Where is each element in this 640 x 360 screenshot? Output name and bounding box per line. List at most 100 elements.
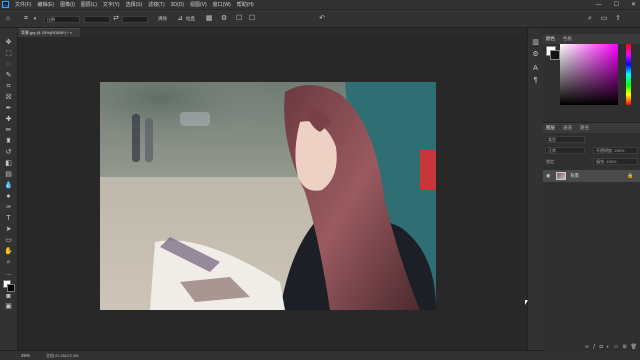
- close-icon[interactable]: ✕: [631, 1, 636, 8]
- layers-panel-tabs: 图层 通道 路径: [543, 123, 640, 133]
- photoshop-logo: Ps: [2, 1, 9, 8]
- folder-icon[interactable]: ▭: [614, 343, 619, 351]
- menu-file[interactable]: 文件(F): [12, 1, 34, 8]
- frame-tool-icon[interactable]: ☒: [4, 93, 13, 102]
- home-icon[interactable]: ⌂: [4, 15, 12, 23]
- crop-tool-icon[interactable]: ⌗: [4, 82, 13, 91]
- history-brush-icon[interactable]: ↺: [4, 148, 13, 157]
- delete-cropped-checkbox-icon[interactable]: ☐: [235, 15, 243, 23]
- width-input[interactable]: [84, 16, 110, 23]
- layers-footer: ∞ ƒ ◘ ◐ ▭ ⊞ 🗑: [543, 343, 640, 351]
- move-tool-icon[interactable]: ✥: [4, 38, 13, 47]
- blend-mode-select[interactable]: 正常: [545, 147, 585, 154]
- height-input[interactable]: [122, 16, 148, 23]
- lock-icon[interactable]: 🔒: [627, 172, 633, 180]
- layer-name[interactable]: 背景: [570, 172, 579, 180]
- paragraph-panel-icon[interactable]: ¶: [531, 76, 540, 85]
- eyedropper-icon[interactable]: ✒: [4, 104, 13, 113]
- tab-channels[interactable]: 通道: [563, 124, 572, 132]
- mask-icon[interactable]: ◘: [600, 343, 603, 351]
- color-panel-tabs: 颜色 色板: [543, 34, 640, 44]
- type-tool-icon[interactable]: T: [4, 214, 13, 223]
- link-icon[interactable]: ∞: [585, 343, 589, 351]
- lasso-tool-icon[interactable]: ◌: [4, 60, 13, 69]
- quick-select-icon[interactable]: ✎: [4, 71, 13, 80]
- pen-tool-icon[interactable]: ✑: [4, 203, 13, 212]
- fill-field[interactable]: 填充: 100%: [593, 158, 638, 165]
- menu-window[interactable]: 窗口(W): [210, 1, 234, 8]
- dodge-tool-icon[interactable]: ●: [4, 192, 13, 201]
- screen-mode-icon[interactable]: ▣: [4, 302, 13, 311]
- zoom-tool-icon[interactable]: ⌕: [4, 258, 13, 267]
- straighten-label[interactable]: 拉直: [186, 15, 195, 23]
- document-tab-bar: [18, 28, 526, 37]
- eye-icon[interactable]: ◉: [546, 172, 550, 180]
- window-controls: — ☐ ✕: [596, 0, 636, 9]
- maximize-icon[interactable]: ☐: [614, 1, 619, 8]
- adjustment-icon[interactable]: ◐: [607, 343, 610, 351]
- workspace-icon[interactable]: ▭: [600, 15, 608, 23]
- background-color-swatch[interactable]: [7, 284, 15, 292]
- tab-color[interactable]: 颜色: [546, 35, 555, 43]
- clone-stamp-icon[interactable]: ♜: [4, 137, 13, 146]
- trash-icon[interactable]: 🗑: [631, 343, 637, 351]
- marquee-tool-icon[interactable]: ⬚: [4, 49, 13, 58]
- menu-filter[interactable]: 滤镜(T): [145, 1, 167, 8]
- new-layer-icon[interactable]: ⊞: [622, 343, 626, 351]
- settings-gear-icon[interactable]: ⚙: [220, 15, 228, 23]
- tab-paths[interactable]: 路径: [580, 124, 589, 132]
- blur-tool-icon[interactable]: 💧: [4, 181, 13, 190]
- menu-edit[interactable]: 编辑(E): [34, 1, 57, 8]
- hue-slider[interactable]: [626, 44, 631, 105]
- search-icon[interactable]: ⌕: [586, 15, 594, 23]
- hand-tool-icon[interactable]: ✋: [4, 247, 13, 256]
- brush-tool-icon[interactable]: ✏: [4, 126, 13, 135]
- layer-row-background[interactable]: ◉ 背景 🔒: [543, 170, 640, 182]
- path-select-icon[interactable]: ➤: [4, 225, 13, 234]
- clear-button[interactable]: 清除: [158, 15, 167, 23]
- menu-view[interactable]: 视图(V): [187, 1, 210, 8]
- minimize-icon[interactable]: —: [596, 2, 602, 8]
- tab-layers[interactable]: 图层: [546, 124, 555, 132]
- layer-kind-filter[interactable]: 类型: [545, 136, 585, 143]
- right-panels: 颜色 色板 图层 通道 路径 类型 正常 不透明度: 100% 锁定: 填充: …: [543, 28, 640, 351]
- grid-overlay-icon[interactable]: ▦: [205, 15, 213, 23]
- menu-image[interactable]: 图像(I): [57, 1, 78, 8]
- tab-swatches[interactable]: 色板: [563, 35, 572, 43]
- rectangle-tool-icon[interactable]: ▭: [4, 236, 13, 245]
- document-photo[interactable]: [100, 82, 436, 310]
- menu-help[interactable]: 帮助(H): [234, 1, 257, 8]
- healing-brush-icon[interactable]: ✚: [4, 115, 13, 124]
- swap-icon[interactable]: ⇄: [112, 15, 120, 23]
- content-aware-checkbox-icon[interactable]: ☐: [248, 15, 256, 23]
- gradient-icon[interactable]: ▤: [4, 170, 13, 179]
- zoom-level[interactable]: 25%: [21, 352, 30, 360]
- layer-thumbnail: [556, 172, 566, 180]
- chevron-down-icon[interactable]: ▾: [31, 15, 39, 23]
- menu-layer[interactable]: 图层(L): [78, 1, 100, 8]
- document-info[interactable]: 文档:22.2M/22.2M: [46, 352, 78, 360]
- fx-icon[interactable]: ƒ: [593, 343, 596, 351]
- straighten-icon[interactable]: ⊿: [176, 15, 184, 23]
- opacity-field[interactable]: 不透明度: 100%: [593, 147, 638, 154]
- eraser-icon[interactable]: ◧: [4, 159, 13, 168]
- history-panel-icon[interactable]: ▥: [531, 38, 540, 47]
- character-panel-icon[interactable]: A: [531, 64, 540, 73]
- panel-icon-strip: ▥ ⚙ A ¶: [527, 28, 544, 350]
- layers-panel: 图层 通道 路径 类型 正常 不透明度: 100% 锁定: 填充: 100% ◉…: [543, 122, 640, 351]
- lock-label: 锁定:: [546, 159, 556, 164]
- menu-3d[interactable]: 3D(D): [168, 2, 187, 8]
- color-picker-field[interactable]: [560, 44, 618, 105]
- menu-type[interactable]: 文字(Y): [100, 1, 123, 8]
- more-tools-icon[interactable]: …: [4, 269, 13, 278]
- properties-panel-icon[interactable]: ⚙: [531, 50, 540, 59]
- document-tab[interactable]: 背景.jpg @ 25%(RGB/8*) * ×: [18, 28, 80, 37]
- menu-select[interactable]: 选择(S): [123, 1, 146, 8]
- undo-icon[interactable]: ↶: [318, 15, 326, 23]
- share-icon[interactable]: ⇪: [614, 15, 622, 23]
- ratio-select[interactable]: 比例: [44, 16, 80, 23]
- color-panel-background[interactable]: [550, 50, 560, 60]
- quick-mask-icon[interactable]: ◙: [4, 292, 13, 301]
- photo-image: [100, 82, 436, 310]
- crop-tool-icon[interactable]: ⌗: [22, 15, 30, 23]
